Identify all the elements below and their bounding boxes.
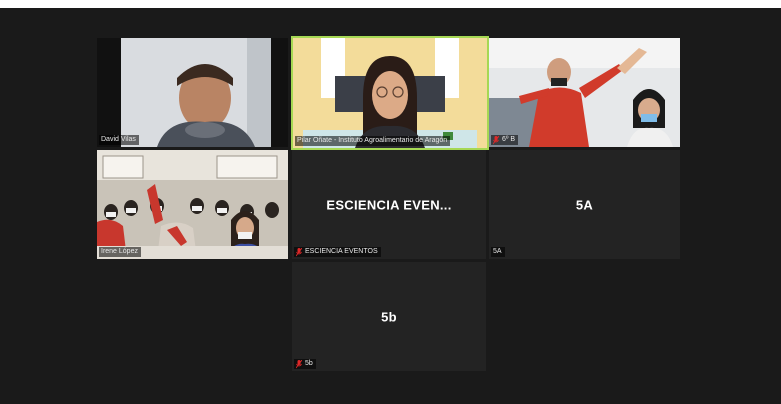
participant-name-tag: 5b — [294, 359, 316, 369]
avatar-tile-5b[interactable]: 5b 5b — [292, 262, 486, 371]
participant-name-tag: Irene López — [99, 247, 141, 257]
participant-video-feed — [97, 38, 288, 147]
participant-video-feed — [293, 38, 487, 148]
video-tile-irene-lopez[interactable]: Irene López — [97, 150, 288, 259]
participant-name-tag: 5A — [491, 247, 505, 257]
participant-display-name: ESCIENCIA EVEN... — [326, 197, 452, 212]
muted-mic-icon — [296, 359, 302, 369]
video-tile-david-vilas[interactable]: David Vilas — [97, 38, 288, 147]
window-top-bar — [0, 0, 781, 8]
participant-name-tag: 6º B — [491, 135, 519, 145]
participant-video-feed — [489, 38, 680, 147]
participant-name-tag: ESCIENCIA EVENTOS — [294, 247, 381, 257]
muted-mic-icon — [493, 135, 499, 145]
avatar-tile-5a[interactable]: 5A 5A — [489, 150, 680, 259]
participant-name-tag: David Vilas — [99, 135, 139, 145]
video-tile-pilar-onate[interactable]: Pilar Oñate - Instituto Agroalimentario … — [291, 36, 489, 150]
participant-display-name: 5A — [575, 197, 594, 212]
participant-video-feed — [97, 150, 288, 259]
muted-mic-icon — [296, 247, 302, 257]
avatar-tile-escienc-eventos[interactable]: ESCIENCIA EVEN... ESCIENCIA EVENTOS — [292, 150, 486, 259]
video-tile-6b[interactable]: 6º B — [489, 38, 680, 147]
gallery-view: David Vilas Pilar Oñate - Instituto Agro… — [0, 8, 781, 404]
participant-name-tag: Pilar Oñate - Instituto Agroalimentario … — [295, 136, 451, 146]
participant-display-name: 5b — [381, 309, 397, 324]
